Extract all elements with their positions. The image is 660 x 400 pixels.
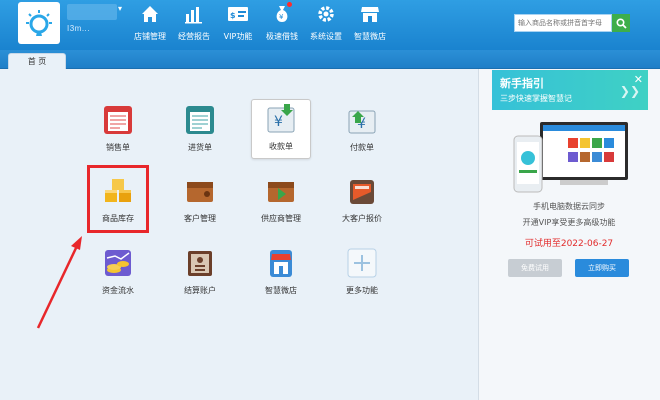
search-box — [514, 14, 630, 32]
grid-item-purchase-order[interactable]: 进货单 — [170, 101, 230, 161]
nav-settings[interactable]: 系统设置 — [304, 0, 348, 50]
top-header: I3m... ▾ 店铺管理 经营报告 $ VIP功能 ¥ 极速借钱 系统设置 智… — [0, 0, 660, 50]
svg-text:¥: ¥ — [279, 13, 284, 21]
nav-vip[interactable]: $ VIP功能 — [216, 0, 260, 50]
nav-business-report[interactable]: 经营报告 — [172, 0, 216, 50]
main-content — [0, 69, 478, 400]
tab-home[interactable]: 首 页 — [8, 53, 66, 69]
nav-label: 极速借钱 — [266, 32, 298, 41]
grid-item-label: 大客户报价 — [342, 214, 382, 223]
svg-text:¥: ¥ — [274, 114, 283, 130]
micro-shop-icon — [262, 244, 300, 282]
buy-now-button[interactable]: 立即购买 — [575, 259, 629, 277]
plus-icon — [343, 244, 381, 282]
search-icon — [615, 17, 627, 29]
user-dropdown-icon[interactable]: ▾ — [118, 4, 122, 13]
app-logo — [18, 2, 60, 44]
shop-icon — [360, 3, 380, 25]
user-name[interactable]: I3m... — [67, 24, 90, 33]
grid-item-label: 客户管理 — [184, 214, 216, 223]
grid-item-cash-flow[interactable]: 资金流水 — [88, 244, 148, 304]
receipt-icon: ¥ — [262, 100, 300, 138]
grid-item-label: 供应商管理 — [261, 214, 301, 223]
nav-smart-shop[interactable]: 智慧微店 — [348, 0, 392, 50]
grid-item-label: 收款单 — [269, 142, 293, 151]
devices-illustration — [513, 122, 628, 193]
chevron-right-icon: ❯❯ — [619, 84, 640, 98]
sales-order-icon — [99, 101, 137, 139]
gear-icon — [316, 3, 336, 25]
bar-chart-icon — [184, 3, 204, 25]
grid-item-sales-order[interactable]: 销售单 — [88, 101, 148, 161]
lightbulb-logo-icon — [26, 10, 52, 36]
grid-item-supplier[interactable]: 供应商管理 — [251, 172, 311, 232]
nav-label: 店铺管理 — [134, 32, 166, 41]
grid-item-label: 智慧微店 — [265, 286, 297, 295]
payment-icon: ¥ — [343, 101, 381, 139]
side-line2: 开通VIP享受更多高级功能 — [522, 218, 616, 227]
free-trial-button[interactable]: 免费试用 — [508, 259, 562, 277]
account-icon — [181, 244, 219, 282]
close-icon[interactable]: ✕ — [634, 73, 643, 86]
grid-item-more[interactable]: 更多功能 — [332, 244, 392, 304]
nav-label: 经营报告 — [178, 32, 210, 41]
grid-item-account[interactable]: 结算账户 — [170, 244, 230, 304]
user-avatar-blur — [67, 4, 117, 20]
grid-item-label: 付款单 — [350, 143, 374, 152]
top-nav: 店铺管理 经营报告 $ VIP功能 ¥ 极速借钱 系统设置 智慧微店 — [128, 0, 392, 50]
quote-icon — [343, 172, 381, 210]
search-button[interactable] — [612, 14, 630, 32]
purchase-order-icon — [181, 101, 219, 139]
grid-item-quote[interactable]: 大客户报价 — [332, 172, 392, 232]
grid-item-receipt[interactable]: ¥ 收款单 — [251, 99, 311, 159]
nav-label: 智慧微店 — [354, 32, 386, 41]
guide-banner[interactable]: 新手指引 三步快速掌握智慧记 ❯❯ ✕ — [492, 70, 648, 110]
grid-item-label: 更多功能 — [346, 286, 378, 295]
grid-item-label: 进货单 — [188, 143, 212, 152]
supplier-icon — [262, 172, 300, 210]
search-input[interactable] — [514, 14, 612, 32]
grid-item-payment[interactable]: ¥ 付款单 — [332, 101, 392, 161]
nav-label: 系统设置 — [310, 32, 342, 41]
grid-item-customer[interactable]: 客户管理 — [170, 172, 230, 232]
tab-bar: 首 页 — [0, 50, 660, 69]
customer-icon — [181, 172, 219, 210]
nav-label: VIP功能 — [223, 32, 253, 41]
nav-fast-loan[interactable]: ¥ 极速借钱 — [260, 0, 304, 50]
grid-item-label: 资金流水 — [102, 286, 134, 295]
svg-text:$: $ — [230, 11, 236, 20]
trial-expiry: 可试用至2022-06-27 — [524, 239, 614, 249]
cash-flow-icon — [99, 244, 137, 282]
nav-store-management[interactable]: 店铺管理 — [128, 0, 172, 50]
grid-item-label: 销售单 — [106, 143, 130, 152]
side-line1: 手机电脑数据云同步 — [533, 202, 605, 211]
grid-item-label: 结算账户 — [184, 286, 216, 295]
vip-card-icon: $ — [227, 3, 249, 25]
highlight-box — [87, 165, 149, 233]
grid-item-micro-shop[interactable]: 智慧微店 — [251, 244, 311, 304]
home-icon — [140, 3, 160, 25]
notification-dot — [287, 2, 292, 7]
